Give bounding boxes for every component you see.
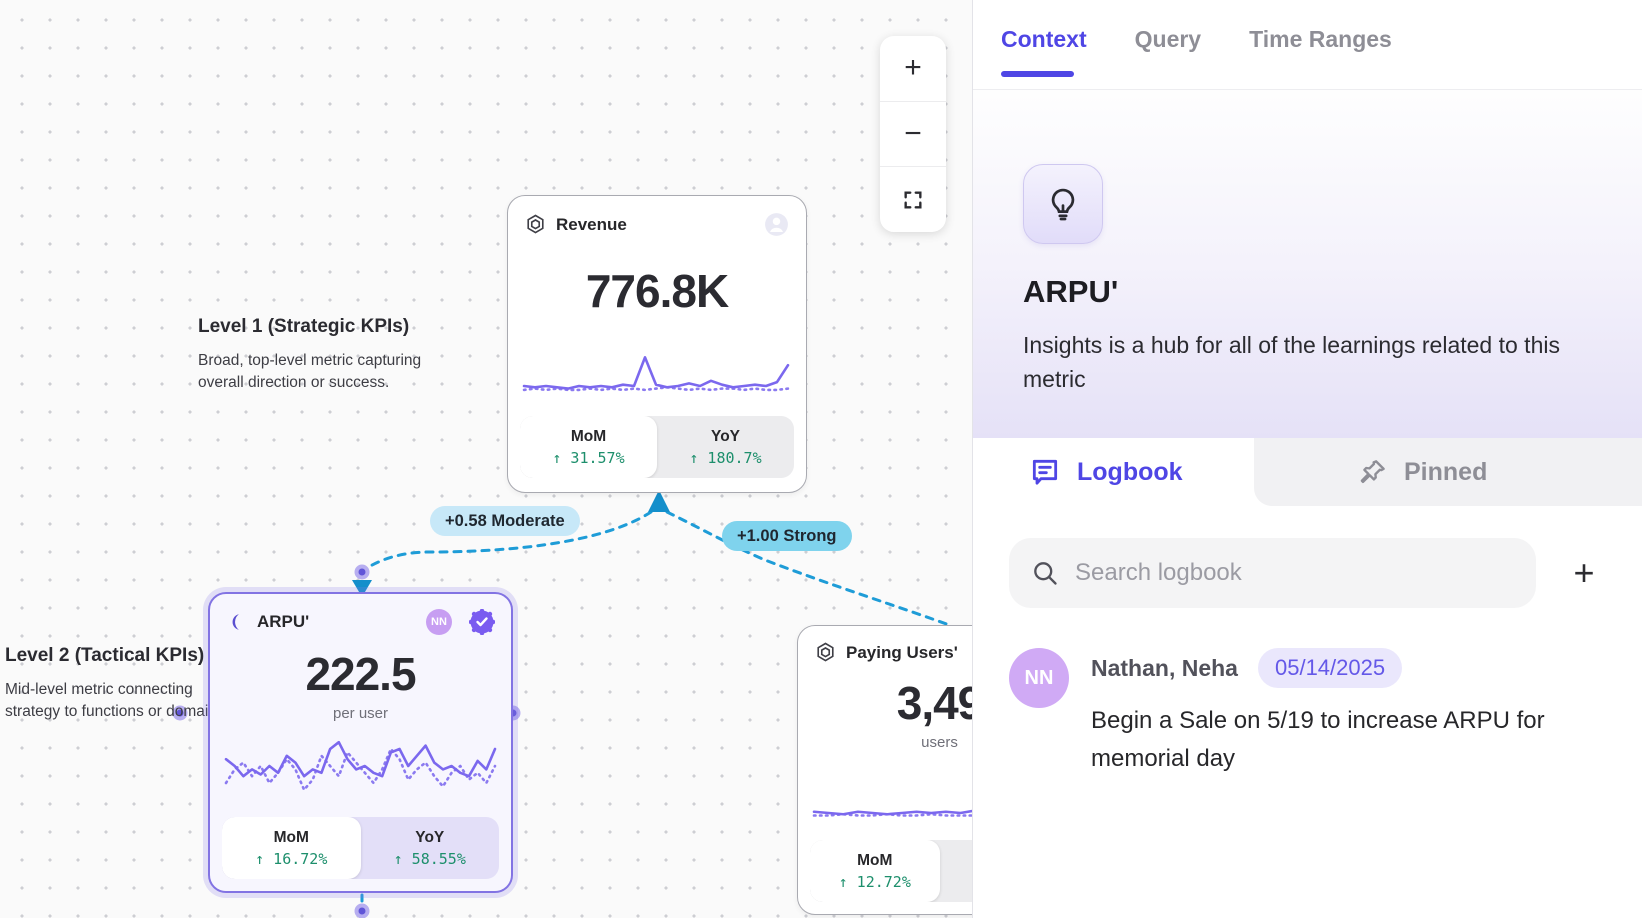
search-box <box>1009 538 1536 608</box>
metric-card-revenue[interactable]: Revenue 776.8K MoM ↑ 31.57% YoY ↑ 180.7% <box>507 195 807 493</box>
entry-date-badge: 05/14/2025 <box>1258 648 1402 688</box>
pushpin-icon <box>1358 457 1388 487</box>
card-title: ARPU' <box>257 612 417 632</box>
mom-label: MoM <box>571 428 606 446</box>
yoy-value: ↑ 180.7% <box>689 449 761 467</box>
tab-context[interactable]: Context <box>1001 0 1087 89</box>
metric-tree-canvas[interactable]: +0.58 Moderate +1.00 Strong Level 1 (Str… <box>0 0 972 918</box>
metric-card-paying-users[interactable]: Paying Users' 3,49 users MoM ↑ 12.72% <box>797 625 972 915</box>
correlation-label-moderate: +0.58 Moderate <box>430 506 580 536</box>
mom-toggle[interactable]: MoM ↑ 12.72% <box>810 840 940 902</box>
mom-value: ↑ 31.57% <box>552 449 624 467</box>
tab-time-ranges[interactable]: Time Ranges <box>1249 0 1392 89</box>
lightbulb-icon <box>1044 185 1082 223</box>
metric-name-heading: ARPU' <box>1023 274 1592 310</box>
yoy-toggle[interactable]: YoY ↑ 58.55% <box>361 817 500 879</box>
level-2-label: Level 2 (Tactical KPIs) Mid-level metric… <box>5 645 230 723</box>
sparkline-chart <box>224 729 497 803</box>
metric-unit: users <box>798 734 972 751</box>
hexagon-node-icon <box>814 641 837 664</box>
correlation-label-strong: +1.00 Strong <box>722 521 852 551</box>
owner-avatar-icon <box>763 211 790 238</box>
level-1-title: Level 1 (Strategic KPIs) <box>198 316 448 338</box>
pinned-label: Pinned <box>1404 458 1487 487</box>
hexagon-node-icon <box>524 213 547 236</box>
panel-tab-bar: Context Query Time Ranges <box>973 0 1642 90</box>
level-1-label: Level 1 (Strategic KPIs) Broad, top-leve… <box>198 316 448 394</box>
level-2-description: Mid-level metric connecting strategy to … <box>5 679 230 723</box>
yoy-value: ↑ 58.55% <box>394 850 466 868</box>
verified-check-badge <box>469 609 495 635</box>
context-panel: Context Query Time Ranges ARPU' Insights… <box>972 0 1642 918</box>
metric-description: Insights is a hub for all of the learnin… <box>1023 328 1585 396</box>
mom-toggle[interactable]: MoM ↑ 31.57% <box>520 416 657 478</box>
mom-value: ↑ 12.72% <box>839 873 911 891</box>
entry-text: Begin a Sale on 5/19 to increase ARPU fo… <box>1091 702 1571 778</box>
metric-value: 3,49 <box>798 676 972 730</box>
tab-query[interactable]: Query <box>1135 0 1201 89</box>
add-log-entry-button[interactable]: + <box>1562 551 1606 595</box>
logbook-search-row: + <box>973 506 1642 608</box>
search-logbook-input[interactable] <box>1075 559 1514 587</box>
logbook-chat-icon <box>1029 456 1061 488</box>
sparkline-chart <box>522 344 790 402</box>
fullscreen-icon <box>902 189 924 211</box>
yoy-label: YoY <box>415 829 444 847</box>
zoom-in-button[interactable]: + <box>880 36 946 101</box>
crescent-moon-icon <box>226 611 248 633</box>
entry-body: Nathan, Neha 05/14/2025 Begin a Sale on … <box>1091 648 1571 778</box>
logbook-entry[interactable]: NN Nathan, Neha 05/14/2025 Begin a Sale … <box>973 608 1642 778</box>
search-icon <box>1031 559 1059 587</box>
logbook-label: Logbook <box>1077 458 1183 487</box>
level-1-description: Broad, top-level metric capturing overal… <box>198 350 448 394</box>
mom-toggle[interactable]: MoM ↑ 16.72% <box>222 817 361 879</box>
metric-hero-section: ARPU' Insights is a hub for all of the l… <box>973 90 1642 438</box>
tab-pinned[interactable]: Pinned <box>1254 438 1642 506</box>
sparkline-chart <box>812 770 972 826</box>
yoy-toggle[interactable]: YoY ↑ 180.7% <box>657 416 794 478</box>
logbook-pinned-tabs: Logbook Pinned <box>973 438 1642 506</box>
yoy-label: YoY <box>711 428 740 446</box>
zoom-out-button[interactable]: − <box>880 101 946 167</box>
card-title: Revenue <box>556 215 754 235</box>
author-avatar: NN <box>1009 648 1069 708</box>
insight-icon-card <box>1023 164 1103 244</box>
collaborator-avatar-badge: NN <box>426 609 452 635</box>
card-title: Paying Users' <box>846 643 972 663</box>
mom-label: MoM <box>857 852 892 870</box>
yoy-toggle[interactable] <box>940 840 973 902</box>
mom-value: ↑ 16.72% <box>255 850 327 868</box>
metric-value: 222.5 <box>210 647 511 701</box>
metric-unit: per user <box>210 705 511 722</box>
metric-card-arpu[interactable]: ARPU' NN 222.5 per user MoM ↑ 16.72% YoY <box>208 592 513 893</box>
level-2-title: Level 2 (Tactical KPIs) <box>5 645 230 667</box>
tab-logbook[interactable]: Logbook <box>973 438 1254 506</box>
metric-value: 776.8K <box>508 264 806 318</box>
fit-view-button[interactable] <box>880 166 946 232</box>
entry-author: Nathan, Neha <box>1091 655 1238 682</box>
mom-label: MoM <box>274 829 309 847</box>
canvas-zoom-controls: + − <box>880 36 946 232</box>
